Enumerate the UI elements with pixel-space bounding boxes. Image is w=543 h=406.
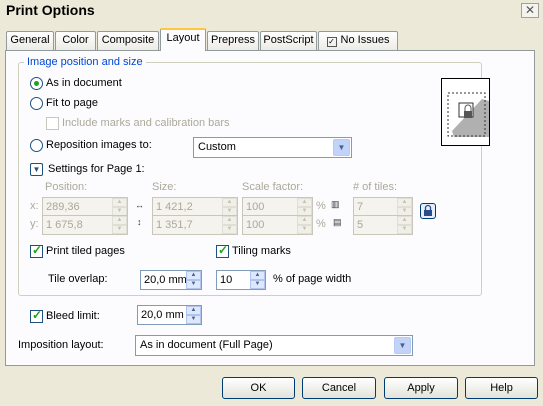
tile-overlap-spinner[interactable]: ▲ ▼ — [186, 271, 201, 289]
scale-y-value: 100 — [246, 219, 265, 231]
bleed-limit-spinner[interactable]: ▲ ▼ — [186, 306, 201, 324]
y-label: y: — [30, 218, 39, 230]
imposition-value: As in document (Full Page) — [140, 339, 273, 351]
tab-prepress[interactable]: Prepress — [207, 31, 259, 50]
size-w-field[interactable]: 1 421,2 ▲ ▼ — [152, 197, 238, 217]
size-w-spinner[interactable]: ▲ ▼ — [222, 198, 237, 216]
ok-button[interactable]: OK — [222, 377, 295, 399]
tab-no-issues[interactable]: ✓ No Issues — [318, 31, 398, 50]
reposition-radio[interactable] — [30, 139, 43, 152]
tile-overlap-field[interactable]: 20,0 mm ▲ ▼ — [140, 270, 202, 290]
size-h-value: 1 351,7 — [156, 219, 193, 231]
tile-overlap-value: 20,0 mm — [144, 274, 186, 286]
tiles-y-spinner[interactable]: ▲ ▼ — [397, 216, 412, 234]
window-title: Print Options — [6, 2, 95, 18]
tab-color[interactable]: Color — [55, 31, 96, 50]
tab-postscript[interactable]: PostScript — [260, 31, 317, 50]
chevron-down-icon[interactable]: ▼ — [394, 337, 411, 354]
position-x-spinner[interactable]: ▲ ▼ — [112, 198, 127, 216]
position-x-value: 289,36 — [46, 201, 80, 213]
tab-layout[interactable]: Layout — [160, 28, 206, 51]
include-marks-label: Include marks and calibration bars — [62, 117, 230, 129]
scale-y-field[interactable]: 100 ▲ ▼ — [242, 215, 313, 235]
scale-x-field[interactable]: 100 ▲ ▼ — [242, 197, 313, 217]
tiles-x-value: 7 — [357, 201, 364, 213]
scale-y-percent: % — [316, 218, 326, 230]
lock-ratio-button[interactable] — [420, 203, 436, 219]
check-document-icon: ✓ — [326, 37, 337, 47]
as-in-document-radio[interactable] — [30, 77, 43, 90]
page-preview — [441, 78, 490, 146]
position-x-field[interactable]: 289,36 ▲ ▼ — [42, 197, 128, 217]
tiles-vertical-icon: ▤ — [333, 217, 342, 227]
chevron-down-icon[interactable]: ▼ — [333, 139, 350, 156]
page-width-field[interactable]: 10 ▲ ▼ — [216, 270, 266, 290]
bleed-limit-checkbox[interactable] — [30, 308, 43, 323]
fit-to-page-label: Fit to page — [46, 97, 98, 109]
imposition-select[interactable]: As in document (Full Page) ▼ — [135, 335, 413, 356]
close-button[interactable]: ✕ — [521, 3, 539, 18]
scale-x-spinner[interactable]: ▲ ▼ — [297, 198, 312, 216]
position-y-spinner[interactable]: ▲ ▼ — [112, 216, 127, 234]
position-y-value: 1 675,8 — [46, 219, 83, 231]
tiles-horizontal-icon: ▥ — [331, 199, 340, 209]
position-header: Position: — [45, 181, 88, 193]
scale-y-spinner[interactable]: ▲ ▼ — [297, 216, 312, 234]
help-button[interactable]: Help — [465, 377, 538, 399]
tiles-header: # of tiles: — [353, 181, 398, 193]
tiles-y-value: 5 — [357, 219, 364, 231]
size-h-field[interactable]: 1 351,7 ▲ ▼ — [152, 215, 238, 235]
scale-x-percent: % — [316, 200, 326, 212]
page-preview-graphic — [447, 92, 489, 137]
bleed-limit-field[interactable]: 20,0 mm ▲ ▼ — [137, 305, 202, 325]
print-tiled-checkbox[interactable] — [30, 243, 43, 258]
bleed-limit-label: Bleed limit: — [46, 310, 100, 322]
page-width-value: 10 — [220, 274, 233, 286]
apply-button[interactable]: Apply — [384, 377, 458, 399]
tab-composite[interactable]: Composite — [97, 31, 159, 50]
reposition-select[interactable]: Custom ▼ — [193, 137, 352, 158]
tiles-y-field[interactable]: 5 ▲ ▼ — [353, 215, 413, 235]
height-icon: ↕ — [137, 217, 142, 227]
size-header: Size: — [152, 181, 177, 193]
settings-for-page-label: Settings for Page 1: — [48, 163, 145, 175]
tiles-x-spinner[interactable]: ▲ ▼ — [397, 198, 412, 216]
group-legend: Image position and size — [24, 56, 146, 68]
x-label: x: — [30, 200, 39, 212]
page-width-spinner[interactable]: ▲ ▼ — [250, 271, 265, 289]
width-icon: ↔ — [135, 200, 144, 210]
reposition-value: Custom — [198, 141, 236, 153]
cancel-button[interactable]: Cancel — [302, 377, 376, 399]
tab-general[interactable]: General — [6, 31, 54, 50]
size-w-value: 1 421,2 — [156, 201, 193, 213]
bleed-limit-value: 20,0 mm — [141, 309, 184, 321]
position-y-field[interactable]: 1 675,8 ▲ ▼ — [42, 215, 128, 235]
scale-x-value: 100 — [246, 201, 265, 213]
print-tiled-label: Print tiled pages — [46, 245, 125, 257]
page-width-label: % of page width — [273, 273, 352, 285]
tiling-marks-checkbox[interactable] — [216, 243, 229, 258]
as-in-document-label: As in document — [46, 77, 122, 89]
scale-header: Scale factor: — [242, 181, 304, 193]
size-h-spinner[interactable]: ▲ ▼ — [222, 216, 237, 234]
include-marks-checkbox[interactable] — [46, 117, 59, 130]
fit-to-page-radio[interactable] — [30, 97, 43, 110]
tiles-x-field[interactable]: 7 ▲ ▼ — [353, 197, 413, 217]
reposition-label: Reposition images to: — [46, 139, 152, 151]
imposition-label: Imposition layout: — [18, 339, 104, 351]
lock-icon — [424, 204, 432, 216]
tab-no-issues-label: No Issues — [340, 34, 390, 46]
tiling-marks-label: Tiling marks — [232, 245, 291, 257]
tile-overlap-label: Tile overlap: — [48, 273, 108, 285]
expand-settings-button[interactable]: ▼ — [30, 163, 43, 176]
